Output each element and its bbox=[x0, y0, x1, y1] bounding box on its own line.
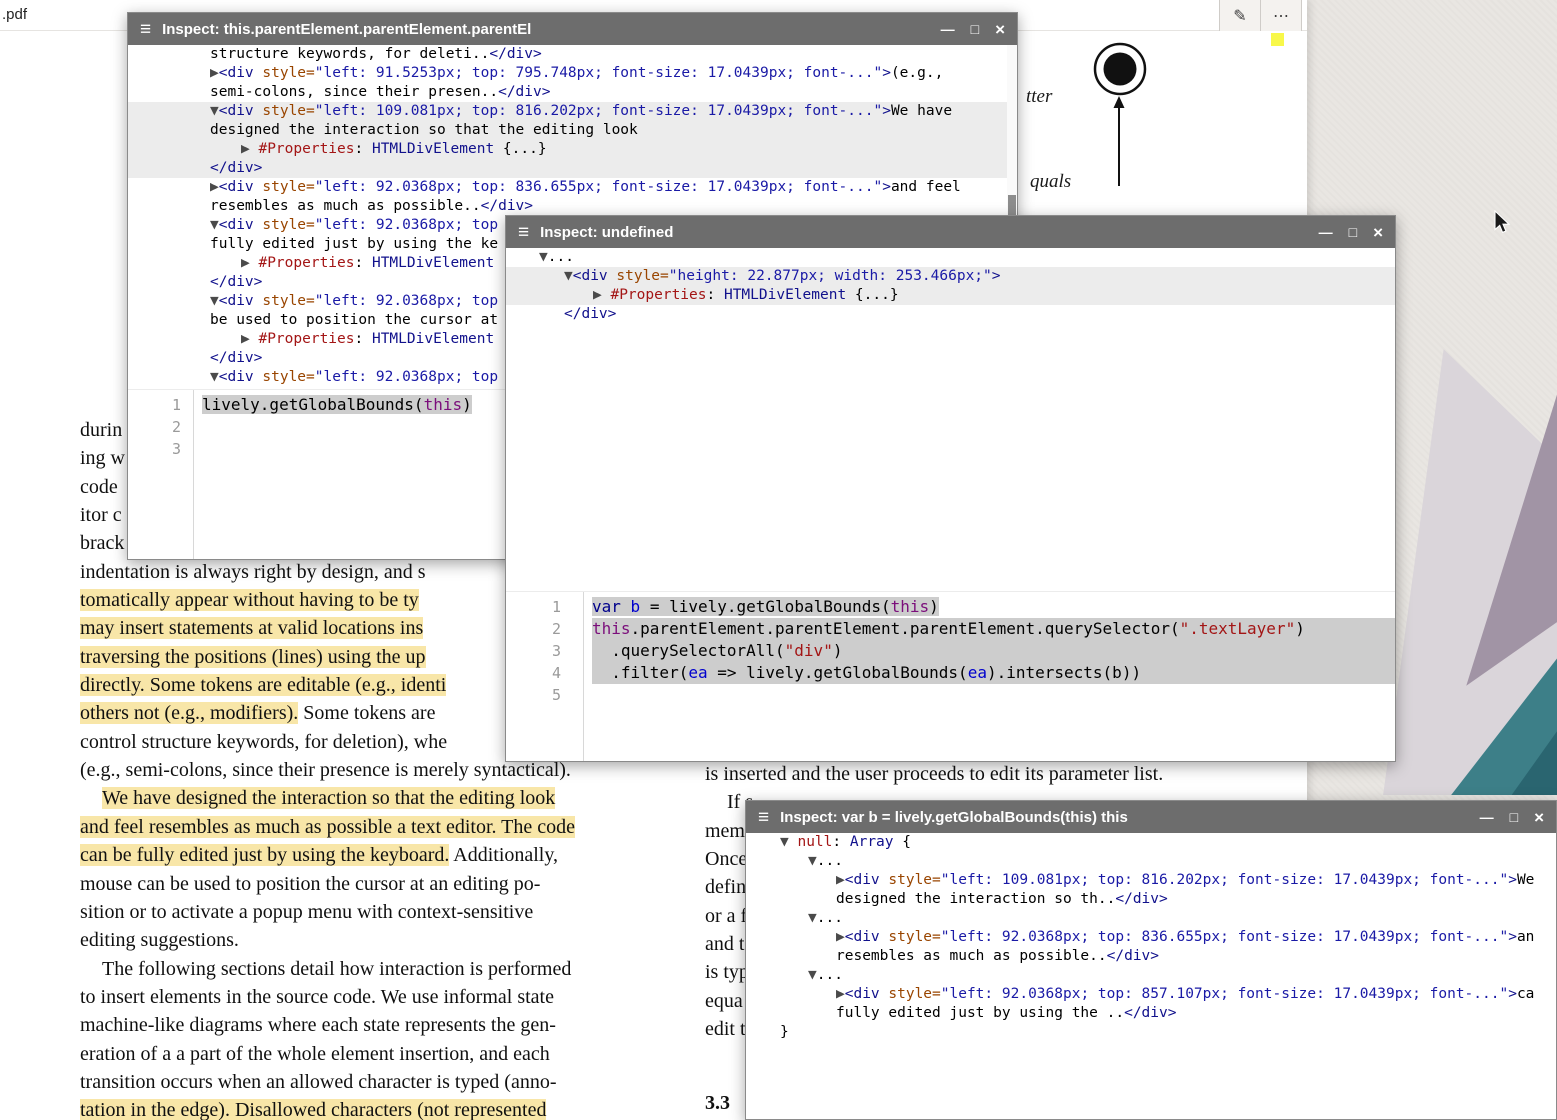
minimize-button[interactable]: — bbox=[1480, 810, 1494, 824]
dom-tree-line[interactable]: </div> bbox=[506, 305, 1395, 324]
code-lines[interactable]: var b = lively.getGlobalBounds(this)this… bbox=[584, 592, 1395, 761]
pdf-text-line: editing suggestions. bbox=[80, 926, 660, 954]
dom-tree-line[interactable]: ▶<div style="left: 92.0368px; top: 836.6… bbox=[746, 928, 1556, 947]
line-number-gutter: 123 bbox=[146, 390, 194, 559]
window-controls: — □ × bbox=[1480, 809, 1544, 826]
dom-tree-line[interactable]: ▼ null: Array { bbox=[746, 833, 1556, 852]
ellipsis-icon: ⋯ bbox=[1273, 6, 1289, 26]
edit-button[interactable]: ✎ bbox=[1220, 0, 1261, 31]
menu-icon[interactable]: ≡ bbox=[758, 808, 769, 827]
line-number: 3 bbox=[524, 640, 561, 662]
pdf-text-line: mouse can be used to position the cursor… bbox=[80, 870, 660, 898]
inspector-window-3: ≡ Inspect: var b = lively.getGlobalBound… bbox=[745, 800, 1557, 1120]
dom-tree-line[interactable]: ▼... bbox=[746, 909, 1556, 928]
dom-tree-line[interactable]: ▶<div style="left: 109.081px; top: 816.2… bbox=[746, 871, 1556, 890]
pdf-text-line: machine-like diagrams where each state r… bbox=[80, 1011, 660, 1039]
yellow-highlight-marker bbox=[1271, 33, 1284, 46]
dom-tree-line[interactable]: structure keywords, for deleti..</div> bbox=[128, 45, 1017, 64]
inspector-window-2: ≡ Inspect: undefined — □ × ▼...▼<div sty… bbox=[505, 215, 1396, 762]
code-line[interactable]: .filter(ea => lively.getGlobalBounds(ea)… bbox=[592, 662, 1395, 684]
maximize-button[interactable]: □ bbox=[1510, 810, 1518, 824]
line-number: 1 bbox=[524, 596, 561, 618]
dom-tree-line[interactable]: fully edited just by using the ..</div> bbox=[746, 1004, 1556, 1023]
abstract-triangles-graphic bbox=[1368, 340, 1557, 795]
line-number: 4 bbox=[524, 662, 561, 684]
dom-tree: ▼...▼<div style="height: 22.877px; width… bbox=[506, 248, 1395, 324]
dom-tree-line[interactable]: ▶ #Properties: HTMLDivElement {...} bbox=[128, 140, 1017, 159]
line-number: 3 bbox=[146, 438, 181, 460]
pdf-text-line: sition or to activate a popup menu with … bbox=[80, 898, 660, 926]
dom-tree-line[interactable]: } bbox=[746, 1023, 1556, 1042]
line-number: 2 bbox=[524, 618, 561, 640]
pdf-text-line: We have designed the interaction so that… bbox=[80, 784, 660, 812]
dom-tree-line[interactable]: ▼<div style="height: 22.877px; width: 25… bbox=[506, 267, 1395, 286]
window-body: ▼...▼<div style="height: 22.877px; width… bbox=[506, 248, 1395, 761]
sequence-flow-arrow bbox=[1108, 94, 1130, 194]
dom-tree-line[interactable]: ▶<div style="left: 92.0368px; top: 836.6… bbox=[128, 178, 1017, 197]
bpmn-end-event-circle bbox=[1092, 41, 1148, 102]
window-body: ▼ null: Array {▼...▶<div style="left: 10… bbox=[746, 833, 1556, 1119]
code-editor[interactable]: 12345 var b = lively.getGlobalBounds(thi… bbox=[506, 591, 1395, 761]
dom-tree-line[interactable]: ▼... bbox=[506, 248, 1395, 267]
code-line[interactable] bbox=[592, 684, 1395, 706]
menu-icon[interactable]: ≡ bbox=[140, 20, 151, 39]
close-button[interactable]: × bbox=[995, 21, 1005, 38]
pdf-text-line: The following sections detail how intera… bbox=[80, 955, 660, 983]
dom-tree-line[interactable]: resembles as much as possible..</div> bbox=[128, 197, 1017, 216]
pencil-icon: ✎ bbox=[1233, 6, 1246, 26]
dom-tree-line[interactable]: ▶ #Properties: HTMLDivElement {...} bbox=[506, 286, 1395, 305]
dom-tree-line[interactable]: designed the interaction so th..</div> bbox=[746, 890, 1556, 909]
mouse-cursor bbox=[1494, 210, 1514, 243]
line-number: 2 bbox=[146, 416, 181, 438]
code-line[interactable]: var b = lively.getGlobalBounds(this) bbox=[592, 596, 1395, 618]
pdf-text-line: and feel resembles as much as possible a… bbox=[80, 813, 660, 841]
dom-tree-line[interactable]: ▼<div style="left: 109.081px; top: 816.2… bbox=[128, 102, 1017, 121]
more-options-button[interactable]: ⋯ bbox=[1261, 0, 1302, 31]
window-titlebar[interactable]: ≡ Inspect: undefined — □ × bbox=[506, 216, 1395, 248]
dom-tree-line[interactable]: semi-colons, since their presen..</div> bbox=[128, 83, 1017, 102]
pdf-text-line: eration of a a part of the whole element… bbox=[80, 1040, 660, 1068]
close-button[interactable]: × bbox=[1534, 809, 1544, 826]
dom-tree-line[interactable]: designed the interaction so that the edi… bbox=[128, 121, 1017, 140]
line-number: 1 bbox=[146, 394, 181, 416]
pdf-text-line: to insert elements in the source code. W… bbox=[80, 983, 660, 1011]
menu-icon[interactable]: ≡ bbox=[518, 223, 529, 242]
code-line[interactable]: this.parentElement.parentElement.parentE… bbox=[592, 618, 1395, 640]
pdf-text-line: transition occurs when an allowed charac… bbox=[80, 1068, 660, 1096]
diagram-label-quals: quals bbox=[1030, 171, 1071, 193]
dom-tree-line[interactable]: ▶<div style="left: 92.0368px; top: 857.1… bbox=[746, 985, 1556, 1004]
minimize-button[interactable]: — bbox=[941, 22, 955, 36]
minimize-button[interactable]: — bbox=[1319, 225, 1333, 239]
code-line[interactable]: .querySelectorAll("div") bbox=[592, 640, 1395, 662]
pdf-text-line: can be fully edited just by using the ke… bbox=[80, 841, 660, 869]
maximize-button[interactable]: □ bbox=[971, 22, 979, 36]
line-number-gutter: 12345 bbox=[524, 592, 584, 761]
window-title: Inspect: var b = lively.getGlobalBounds(… bbox=[780, 809, 1480, 826]
window-controls: — □ × bbox=[1319, 224, 1383, 241]
pdf-text-line: tation in the edge). Disallowed characte… bbox=[80, 1096, 660, 1120]
dom-tree-line[interactable]: ▼... bbox=[746, 852, 1556, 871]
inspection-result-tree: ▼ null: Array {▼...▶<div style="left: 10… bbox=[746, 833, 1556, 1042]
window-titlebar[interactable]: ≡ Inspect: var b = lively.getGlobalBound… bbox=[746, 801, 1556, 833]
dom-tree-line[interactable]: resembles as much as possible..</div> bbox=[746, 947, 1556, 966]
window-titlebar[interactable]: ≡ Inspect: this.parentElement.parentElem… bbox=[128, 13, 1017, 45]
dom-tree-line[interactable]: ▶<div style="left: 91.5253px; top: 795.7… bbox=[128, 64, 1017, 83]
window-controls: — □ × bbox=[941, 21, 1005, 38]
dom-tree-line[interactable]: ▼... bbox=[746, 966, 1556, 985]
pdf-text-line: is inserted and the user proceeds to edi… bbox=[705, 760, 1265, 788]
maximize-button[interactable]: □ bbox=[1349, 225, 1357, 239]
section-heading: 3.3 bbox=[705, 1092, 730, 1115]
line-number: 5 bbox=[524, 684, 561, 706]
pdf-filename-label: .pdf bbox=[2, 6, 27, 23]
annotation-toolbar: ✎ ⋯ bbox=[1219, 0, 1302, 31]
dom-tree-line[interactable]: </div> bbox=[128, 159, 1017, 178]
window-title: Inspect: this.parentElement.parentElemen… bbox=[162, 21, 941, 38]
close-button[interactable]: × bbox=[1373, 224, 1383, 241]
diagram-label-tter: tter bbox=[1026, 86, 1052, 108]
window-title: Inspect: undefined bbox=[540, 224, 1319, 241]
